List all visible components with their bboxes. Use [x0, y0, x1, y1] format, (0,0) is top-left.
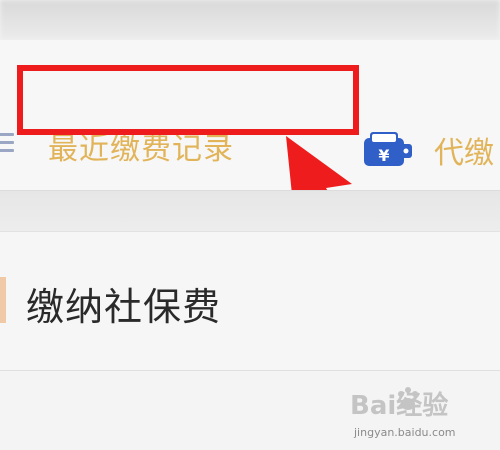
baidu-jingyan-logo: Bai经验 — [350, 387, 448, 421]
proxy-payment-label: 代缴 — [434, 136, 494, 171]
watermark-url: jingyan.baidu.com — [354, 426, 456, 439]
list-item-title: 缴纳社保费 — [26, 285, 222, 329]
section-divider — [0, 190, 500, 232]
app-screen: 最近缴费记录 ¥ 代缴 缴纳社保费 Bai经验 jingyan.baidu.co… — [0, 0, 500, 450]
status-bar-blur — [0, 0, 500, 40]
row-accent-bar — [0, 277, 6, 323]
list-item[interactable]: 缴纳社保费 — [0, 232, 500, 371]
menu-icon[interactable] — [0, 128, 14, 158]
highlight-annotation-box — [17, 65, 359, 135]
baidu-jingyan-watermark: Bai经验 jingyan.baidu.com — [350, 382, 495, 444]
